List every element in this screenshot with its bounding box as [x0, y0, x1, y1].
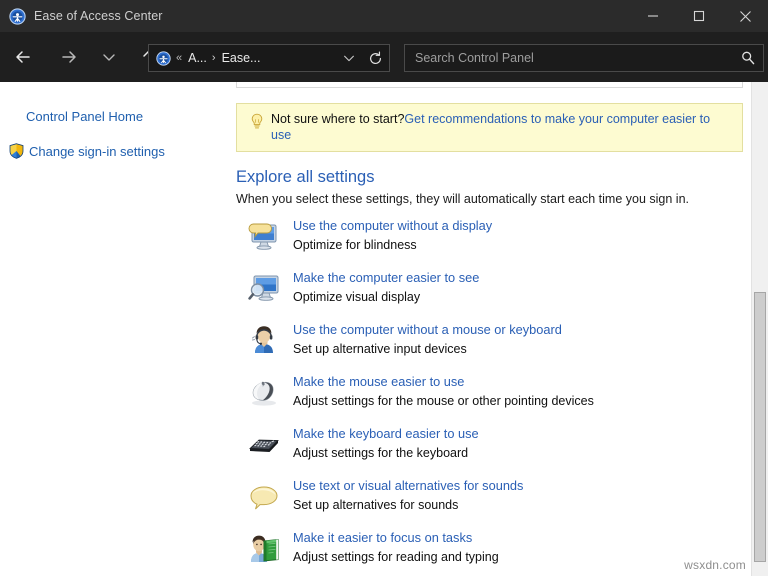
- setting-desc: Optimize visual display: [293, 290, 421, 304]
- scrollbar-thumb[interactable]: [754, 292, 766, 562]
- sidebar-item-control-panel-home[interactable]: Control Panel Home: [26, 107, 143, 125]
- person-book-icon: [246, 531, 282, 567]
- window-title: Ease of Access Center: [34, 9, 163, 23]
- speech-bubble-icon: [246, 479, 282, 515]
- breadcrumb-item-1[interactable]: Ease...: [222, 51, 261, 65]
- sidebar-item-label: Change sign-in settings: [29, 143, 165, 159]
- setting-row[interactable]: Make the mouse easier to use Adjust sett…: [236, 372, 736, 424]
- explore-all-settings-subheading: When you select these settings, they wil…: [236, 192, 689, 206]
- ease-of-access-center-window: Ease of Access Center « A... › Ease... S…: [0, 0, 768, 576]
- clipped-panel-above: [236, 82, 743, 88]
- setting-title[interactable]: Make the mouse easier to use: [293, 374, 464, 389]
- forward-button[interactable]: [52, 40, 86, 74]
- keyboard-icon: [246, 427, 282, 463]
- search-input[interactable]: [405, 50, 733, 66]
- setting-title[interactable]: Make the keyboard easier to use: [293, 426, 479, 441]
- mouse-icon: [246, 375, 282, 411]
- address-bar-ease-of-access-icon: [155, 50, 171, 66]
- window-controls: [630, 0, 768, 32]
- setting-title[interactable]: Make it easier to focus on tasks: [293, 530, 472, 545]
- main-content: Not sure where to start?Get recommendati…: [222, 82, 746, 576]
- address-bar[interactable]: « A... › Ease...: [148, 44, 390, 72]
- setting-desc: Adjust settings for the keyboard: [293, 446, 469, 460]
- title-bar: Ease of Access Center: [0, 0, 768, 32]
- setting-desc: Set up alternatives for sounds: [293, 498, 459, 512]
- tip-text: Not sure where to start?Get recommendati…: [271, 111, 732, 143]
- setting-title[interactable]: Use the computer without a display: [293, 218, 492, 233]
- watermark: wsxdn.com: [684, 558, 746, 572]
- close-button[interactable]: [722, 0, 768, 32]
- back-button[interactable]: [6, 40, 40, 74]
- setting-title[interactable]: Use the computer without a mouse or keyb…: [293, 322, 562, 337]
- breadcrumb-item-0[interactable]: A...: [188, 51, 207, 65]
- setting-row[interactable]: Use the computer without a display Optim…: [236, 216, 736, 268]
- setting-desc: Optimize for blindness: [293, 238, 417, 252]
- vertical-scrollbar[interactable]: [751, 82, 768, 576]
- setting-title[interactable]: Use text or visual alternatives for soun…: [293, 478, 523, 493]
- maximize-button[interactable]: [676, 0, 722, 32]
- explore-all-settings-heading: Explore all settings: [236, 168, 375, 186]
- search-box[interactable]: [404, 44, 764, 72]
- setting-title[interactable]: Make the computer easier to see: [293, 270, 479, 285]
- tip-banner: Not sure where to start?Get recommendati…: [236, 103, 743, 152]
- monitor-speech-icon: [246, 219, 282, 255]
- settings-list: Use the computer without a display Optim…: [236, 216, 736, 576]
- person-headset-icon: [246, 323, 282, 359]
- recent-locations-button[interactable]: [92, 40, 126, 74]
- setting-row[interactable]: Make the computer easier to see Optimize…: [236, 268, 736, 320]
- refresh-icon[interactable]: [361, 51, 389, 66]
- client-area: Control Panel Home Change sign-in settin…: [0, 82, 768, 576]
- minimize-button[interactable]: [630, 0, 676, 32]
- setting-desc: Adjust settings for the mouse or other p…: [293, 394, 594, 408]
- breadcrumb-separator-icon: ›: [211, 52, 216, 64]
- tip-prompt: Not sure where to start?: [271, 112, 405, 126]
- sidebar-item-label: Control Panel Home: [26, 108, 144, 124]
- ease-of-access-icon: [8, 7, 26, 25]
- setting-desc: Adjust settings for reading and typing: [293, 550, 499, 564]
- setting-row[interactable]: Make the keyboard easier to use Adjust s…: [236, 424, 736, 476]
- setting-row[interactable]: Make it easier to focus on tasks Adjust …: [236, 528, 736, 576]
- breadcrumb-overflow-icon[interactable]: «: [176, 52, 182, 64]
- monitor-magnifier-icon: [246, 271, 282, 307]
- setting-row[interactable]: Use the computer without a mouse or keyb…: [236, 320, 736, 372]
- uac-shield-icon: [8, 143, 24, 159]
- sidebar-item-change-sign-in-settings[interactable]: Change sign-in settings: [8, 142, 165, 160]
- address-dropdown-icon[interactable]: [337, 51, 361, 65]
- setting-desc: Set up alternative input devices: [293, 342, 467, 356]
- search-icon[interactable]: [733, 50, 763, 66]
- lightbulb-icon: [249, 113, 265, 131]
- sidebar: Control Panel Home Change sign-in settin…: [0, 82, 222, 576]
- setting-row[interactable]: Use text or visual alternatives for soun…: [236, 476, 736, 528]
